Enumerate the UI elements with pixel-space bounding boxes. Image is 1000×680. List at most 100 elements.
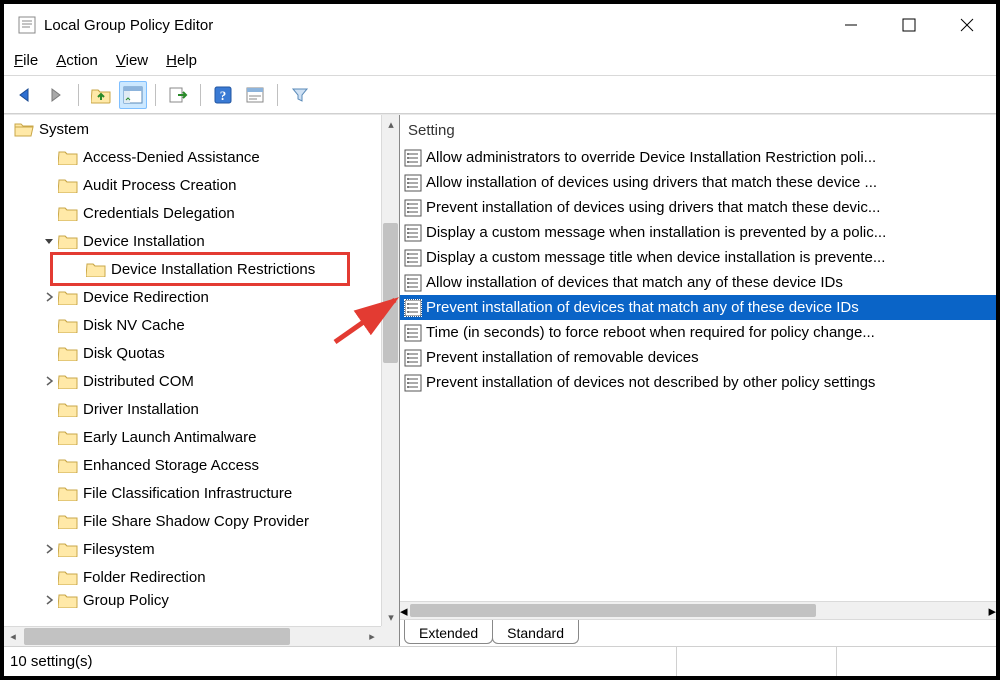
tree-item-label: Distributed COM (83, 373, 194, 390)
filter-button[interactable] (286, 81, 314, 109)
tab-extended[interactable]: Extended (404, 620, 493, 644)
twisty-placeholder (42, 318, 56, 332)
twisty-placeholder (42, 402, 56, 416)
tree-item[interactable]: Driver Installation (4, 395, 381, 423)
policy-setting-icon (404, 324, 422, 342)
view-tabs: Extended Standard (400, 620, 996, 646)
chevron-right-icon[interactable] (42, 374, 56, 388)
maximize-button[interactable] (880, 4, 938, 46)
folder-icon (58, 569, 78, 585)
menu-help[interactable]: Help (166, 52, 197, 69)
tree-item[interactable]: Folder Redirection (4, 563, 381, 591)
scroll-up-button[interactable]: ▴ (382, 115, 400, 133)
menu-action[interactable]: Action (56, 52, 98, 69)
tree-item-label: Device Installation Restrictions (111, 261, 315, 278)
setting-label: Allow installation of devices that match… (426, 274, 843, 291)
help-button[interactable]: ? (209, 81, 237, 109)
tree-list[interactable]: System Access-Denied Assistance Audit Pro… (4, 115, 381, 626)
menu-file[interactable]: File (14, 52, 38, 69)
toolbar: ? (4, 76, 996, 114)
chevron-right-icon[interactable] (42, 290, 56, 304)
tree-item[interactable]: Device Redirection (4, 283, 381, 311)
scroll-right-button[interactable]: ▸ (988, 602, 996, 619)
setting-row[interactable]: Prevent installation of devices that mat… (400, 295, 996, 320)
show-hide-tree-button[interactable] (119, 81, 147, 109)
tree-item[interactable]: Audit Process Creation (4, 171, 381, 199)
setting-row[interactable]: Prevent installation of devices not desc… (400, 370, 996, 395)
tree-item-label: Group Policy (83, 592, 169, 609)
tree-item[interactable]: Group Policy (4, 591, 381, 609)
folder-icon (58, 485, 78, 501)
folder-icon (58, 289, 78, 305)
setting-label: Prevent installation of devices that mat… (426, 299, 859, 316)
menu-view[interactable]: View (116, 52, 148, 69)
setting-label: Time (in seconds) to force reboot when r… (426, 324, 875, 341)
tree-item-label: Early Launch Antimalware (83, 429, 256, 446)
setting-row[interactable]: Allow installation of devices that match… (400, 270, 996, 295)
settings-rows: Allow administrators to override Device … (400, 145, 996, 601)
nav-forward-button[interactable] (42, 81, 70, 109)
tree-item[interactable]: Disk Quotas (4, 339, 381, 367)
scroll-thumb[interactable] (410, 604, 817, 617)
vertical-scrollbar[interactable]: ▴ ▾ (381, 115, 399, 626)
tree-item[interactable]: Device Installation (4, 227, 381, 255)
tree-item[interactable]: Enhanced Storage Access (4, 451, 381, 479)
twisty-placeholder (42, 206, 56, 220)
tree-item[interactable]: File Share Shadow Copy Provider (4, 507, 381, 535)
folder-icon (58, 541, 78, 557)
chevron-right-icon[interactable] (42, 542, 56, 556)
tree-item-label: File Classification Infrastructure (83, 485, 292, 502)
setting-row[interactable]: Time (in seconds) to force reboot when r… (400, 320, 996, 345)
column-header-setting[interactable]: Setting (400, 115, 996, 145)
chevron-down-icon[interactable] (42, 234, 56, 248)
twisty-placeholder (70, 262, 84, 276)
tree-item[interactable]: Distributed COM (4, 367, 381, 395)
twisty-placeholder (42, 178, 56, 192)
setting-row[interactable]: Allow administrators to override Device … (400, 145, 996, 170)
tree-item[interactable]: Credentials Delegation (4, 199, 381, 227)
horizontal-scrollbar[interactable]: ◂ ▸ (4, 626, 381, 646)
tree-item[interactable]: Device Installation Restrictions (4, 255, 381, 283)
tree-item-label: Filesystem (83, 541, 155, 558)
setting-row[interactable]: Display a custom message title when devi… (400, 245, 996, 270)
tab-standard[interactable]: Standard (492, 620, 579, 644)
scroll-down-button[interactable]: ▾ (382, 608, 400, 626)
scroll-thumb[interactable] (383, 223, 398, 363)
minimize-button[interactable] (822, 4, 880, 46)
properties-button[interactable] (241, 81, 269, 109)
twisty-placeholder (42, 570, 56, 584)
setting-row[interactable]: Prevent installation of removable device… (400, 345, 996, 370)
scroll-left-button[interactable]: ◂ (400, 602, 408, 619)
setting-row[interactable]: Prevent installation of devices using dr… (400, 195, 996, 220)
tree-item-label: Credentials Delegation (83, 205, 235, 222)
chevron-right-icon[interactable] (42, 593, 56, 607)
tree-item[interactable]: File Classification Infrastructure (4, 479, 381, 507)
policy-setting-icon (404, 199, 422, 217)
nav-back-button[interactable] (10, 81, 38, 109)
scroll-left-button[interactable]: ◂ (4, 627, 22, 645)
scroll-right-button[interactable]: ▸ (363, 627, 381, 645)
twisty-placeholder (42, 486, 56, 500)
policy-setting-icon (404, 299, 422, 317)
tree-item[interactable]: Access-Denied Assistance (4, 143, 381, 171)
twisty-placeholder (42, 346, 56, 360)
up-level-button[interactable] (87, 81, 115, 109)
folder-icon (58, 233, 78, 249)
setting-label: Display a custom message title when devi… (426, 249, 885, 266)
tree-item[interactable]: Early Launch Antimalware (4, 423, 381, 451)
tree-item-label: Audit Process Creation (83, 177, 236, 194)
close-button[interactable] (938, 4, 996, 46)
export-list-button[interactable] (164, 81, 192, 109)
setting-label: Prevent installation of removable device… (426, 349, 699, 366)
tree-item[interactable]: Filesystem (4, 535, 381, 563)
setting-row[interactable]: Allow installation of devices using driv… (400, 170, 996, 195)
folder-icon (86, 261, 106, 277)
scroll-thumb[interactable] (24, 628, 290, 645)
setting-row[interactable]: Display a custom message when installati… (400, 220, 996, 245)
toolbar-separator (200, 84, 201, 106)
tree-item-label: Disk NV Cache (83, 317, 185, 334)
tree-item[interactable]: Disk NV Cache (4, 311, 381, 339)
tree-item-system[interactable]: System (4, 115, 381, 143)
setting-label: Allow administrators to override Device … (426, 149, 876, 166)
horizontal-scrollbar[interactable]: ◂ ▸ (400, 601, 996, 619)
